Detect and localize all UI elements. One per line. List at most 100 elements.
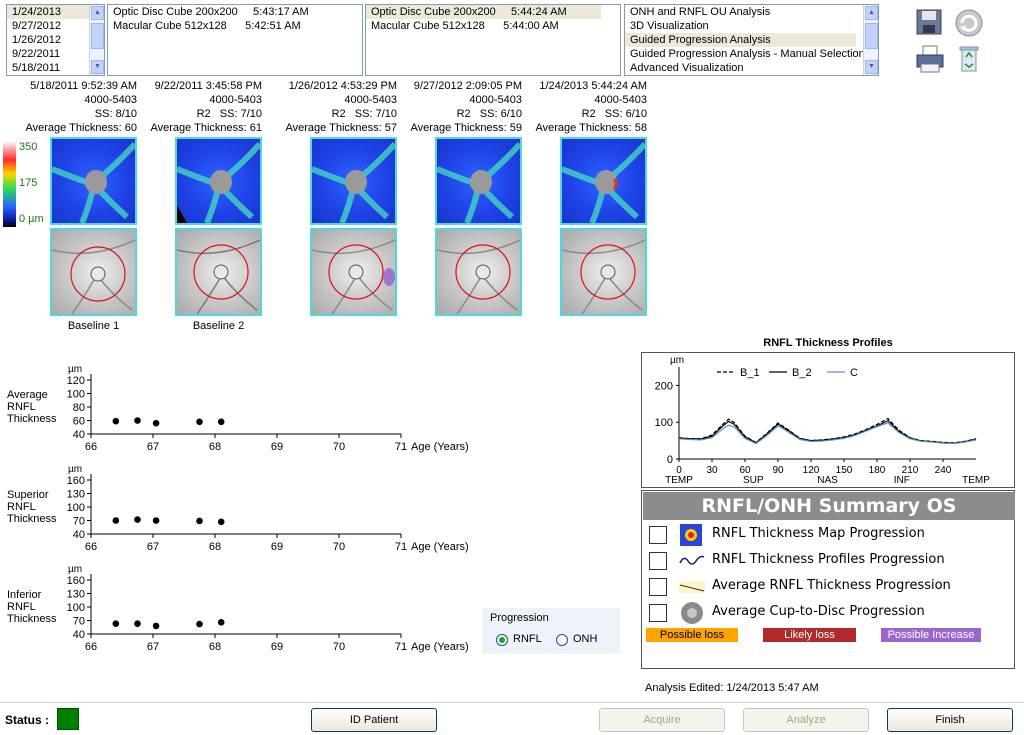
summary-row-label: Average Cup-to-Disc Progression (712, 604, 925, 619)
trend-line-icon (679, 581, 705, 593)
region-label: SUP (743, 475, 764, 486)
scan-header: 1/24/2013 5:44:24 AM 4000-5403 R2 SS: 6/10… (535, 80, 648, 134)
refresh-icon (955, 9, 983, 37)
data-point (152, 517, 160, 524)
thickness-map-image[interactable] (310, 137, 397, 225)
scroll-thumb[interactable] (91, 23, 104, 49)
rnfl-radio-label[interactable]: RNFL (513, 633, 542, 645)
summary-row-label: RNFL Thickness Profiles Progression (712, 552, 945, 567)
thickness-map-image[interactable] (50, 137, 137, 225)
fundus-image[interactable] (50, 228, 137, 316)
y-unit-label: µm (670, 355, 684, 366)
x-tick-label: 71 (395, 641, 407, 653)
profiles-progression-checkbox[interactable] (649, 552, 667, 570)
data-point (152, 419, 160, 427)
print-button[interactable] (914, 44, 946, 74)
data-point (134, 417, 141, 424)
list-item[interactable]: ONH and RNFL OU Analysis (625, 5, 878, 19)
y-tick-label: 100 (67, 602, 85, 614)
data-point (152, 622, 160, 630)
data-point (196, 517, 203, 525)
thickness-map-image[interactable] (560, 137, 647, 225)
fundus-image[interactable] (175, 228, 262, 316)
scale-mid-label: 175 (19, 177, 38, 189)
scale-bottom-label: 0 µm (19, 213, 44, 225)
scroll-up-icon[interactable]: ▲ (865, 6, 878, 20)
list-item[interactable]: Optic Disc Cube 200x200 5:44:24 AM (366, 5, 601, 19)
save-button[interactable] (914, 8, 946, 38)
list-item[interactable]: Optic Disc Cube 200x200 5:43:17 AM (108, 5, 362, 19)
scrollbar[interactable]: ▲ ▼ (89, 5, 104, 75)
analysis-edited-text: Analysis Edited: 1/24/2013 5:47 AM (645, 682, 819, 694)
scan-list-left[interactable]: Optic Disc Cube 200x200 5:43:17 AM Macul… (107, 4, 363, 76)
data-point (112, 517, 120, 524)
data-point (217, 619, 225, 626)
thickness-color-scale (3, 141, 16, 227)
floppy-disk-icon (916, 9, 942, 35)
y-tick-label: 120 (67, 375, 85, 387)
x-tick-label: 70 (333, 441, 345, 453)
x-tick-label: 68 (209, 441, 221, 453)
date-list[interactable]: 1/24/2013 9/27/2012 1/26/2012 9/22/2011 … (6, 4, 105, 76)
avg-thickness-progression-checkbox[interactable] (649, 578, 667, 596)
data-point (112, 620, 120, 627)
scroll-down-icon[interactable]: ▼ (91, 60, 104, 74)
refresh-button[interactable] (953, 8, 985, 38)
thickness-map-image[interactable] (435, 137, 522, 225)
region-label: TEMP (962, 475, 990, 486)
x-tick-label: 30 (706, 465, 718, 476)
scan-list-right[interactable]: Optic Disc Cube 200x200 5:44:24 AM Macul… (365, 4, 621, 76)
x-tick-label: 69 (271, 541, 283, 553)
thickness-map-image[interactable] (175, 137, 262, 225)
onh-radio[interactable] (556, 634, 568, 646)
y-tick-label: 70 (73, 516, 85, 528)
finish-button[interactable]: Finish (887, 708, 1013, 732)
acquire-button[interactable]: Acquire (599, 708, 725, 732)
analyze-button[interactable]: Analyze (743, 708, 869, 732)
region-label: NAS (817, 475, 838, 486)
scrollbar[interactable]: ▲ ▼ (863, 5, 878, 75)
optic-disc-icon (681, 602, 703, 624)
legend-label: B_1 (740, 367, 760, 379)
possible-increase-legend: Possible Increase (881, 628, 981, 642)
graph-label: RNFL (7, 601, 36, 613)
fundus-image[interactable] (435, 228, 522, 316)
scale-top-label: 350 (19, 141, 38, 153)
region-label: INF (894, 475, 910, 486)
y-tick-label: 100 (67, 502, 85, 514)
map-progression-checkbox[interactable] (649, 526, 667, 544)
progression-title: Progression (490, 612, 549, 624)
list-item[interactable]: 3D Visualization (625, 19, 878, 33)
list-item[interactable]: Guided Progression Analysis (625, 33, 856, 47)
list-item[interactable]: Macular Cube 512x128 5:44:00 AM (366, 19, 620, 33)
rnfl-radio[interactable] (496, 634, 508, 646)
onh-radio-label[interactable]: ONH (573, 633, 597, 645)
data-point (112, 417, 120, 425)
fundus-image[interactable] (310, 228, 397, 316)
delete-button[interactable] (953, 44, 985, 74)
cup-disc-progression-checkbox[interactable] (649, 604, 667, 622)
scroll-up-icon[interactable]: ▲ (91, 6, 104, 20)
id-patient-button[interactable]: ID Patient (311, 708, 437, 732)
analysis-list[interactable]: ONH and RNFL OU Analysis 3D Visualizatio… (624, 4, 879, 76)
scroll-down-icon[interactable]: ▼ (865, 60, 878, 74)
fundus-image[interactable] (560, 228, 647, 316)
bottom-divider (0, 702, 1024, 703)
scroll-thumb[interactable] (865, 23, 878, 49)
graph-label: Average (7, 389, 48, 401)
trend-graphs: AverageRNFLThicknessµm12010080604066 67 68… (7, 364, 469, 653)
list-item[interactable]: Guided Progression Analysis - Manual Sel… (625, 47, 878, 61)
printer-icon (916, 45, 944, 73)
x-tick-label: 150 (836, 465, 853, 476)
scan-header: 9/22/2011 3:45:58 PM 4000-5403 R2 SS: 7/10… (150, 80, 263, 134)
recycle-bin-icon (959, 46, 979, 72)
list-item[interactable]: Advanced Visualization (625, 61, 878, 75)
data-point (217, 518, 225, 526)
x-axis-label: Age (Years) (411, 541, 469, 553)
unit-label: µm (68, 364, 82, 375)
profile-chart-panel: µm 0 100 200 0 30 60 90 120 150 180 210 240 TEMP SUP NA… (641, 352, 1015, 488)
list-item[interactable]: Macular Cube 512x128 5:42:51 AM (108, 19, 362, 33)
graph-label: Inferior (7, 589, 42, 601)
data-point (134, 516, 141, 523)
summary-row-label: RNFL Thickness Map Progression (712, 526, 925, 541)
